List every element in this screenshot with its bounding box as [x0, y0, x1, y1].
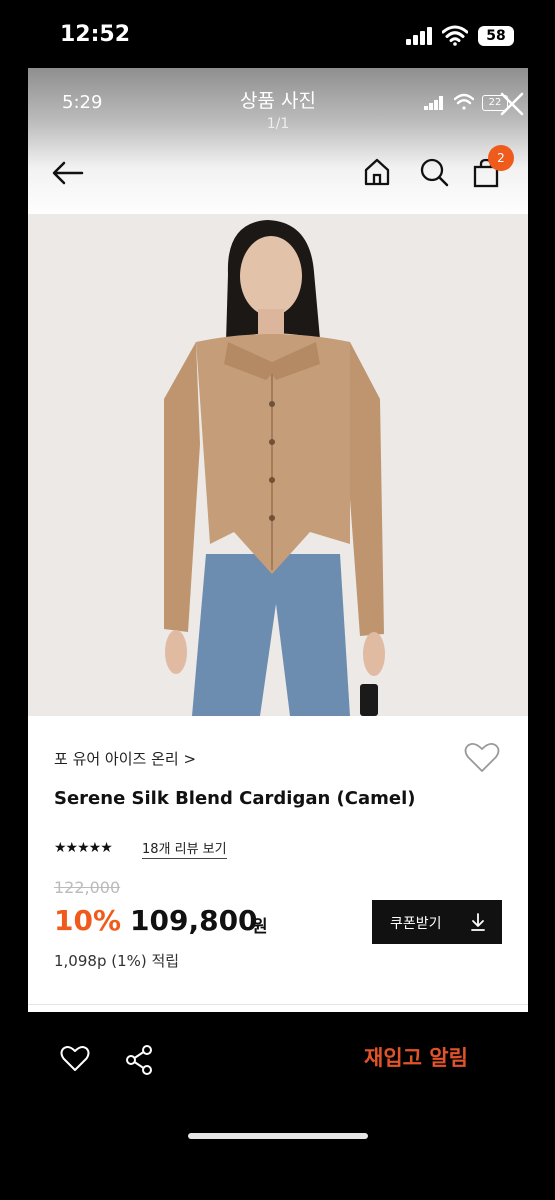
- wifi-icon: [442, 25, 468, 46]
- signal-icon: [424, 96, 444, 110]
- back-arrow-icon[interactable]: [50, 158, 86, 188]
- points-info: 1,098p (1%) 적립: [54, 952, 180, 970]
- os-status-time: 12:52: [60, 22, 131, 47]
- search-icon[interactable]: [418, 156, 450, 188]
- coupon-button[interactable]: 쿠폰받기: [372, 900, 502, 944]
- sale-price: 109,800: [130, 904, 258, 937]
- original-price: 122,000: [54, 878, 121, 897]
- wifi-icon: [454, 93, 474, 110]
- heart-icon[interactable]: [464, 742, 500, 774]
- share-icon[interactable]: [124, 1044, 154, 1076]
- download-icon: [471, 913, 485, 931]
- discount-rate: 10%: [54, 904, 122, 937]
- battery-icon: 58: [478, 26, 514, 46]
- product-photo[interactable]: [28, 214, 528, 716]
- review-link[interactable]: 18개 리뷰 보기: [142, 838, 227, 859]
- divider: [28, 1004, 528, 1005]
- product-name: Serene Silk Blend Cardigan (Camel): [54, 788, 416, 809]
- currency-unit: 원: [252, 917, 268, 937]
- product-viewer: 5:29 상품 사진 1/1 22 2 포 유어 아이즈 온리 > Serene…: [28, 68, 528, 1012]
- close-icon[interactable]: [498, 90, 526, 118]
- photo-index: 1/1: [266, 116, 290, 132]
- heart-icon[interactable]: [60, 1045, 90, 1073]
- rating-stars: ★★★★★: [54, 840, 113, 856]
- coupon-label: 쿠폰받기: [390, 916, 442, 932]
- brand-link[interactable]: 포 유어 아이즈 온리 >: [54, 748, 196, 769]
- home-indicator[interactable]: [188, 1133, 368, 1139]
- restock-alert-button[interactable]: 재입고 알림: [364, 1042, 468, 1072]
- viewer-title: 상품 사진: [240, 90, 316, 112]
- signal-icon: [406, 27, 434, 45]
- cart-count-badge: 2: [488, 145, 514, 171]
- home-icon[interactable]: [362, 156, 392, 188]
